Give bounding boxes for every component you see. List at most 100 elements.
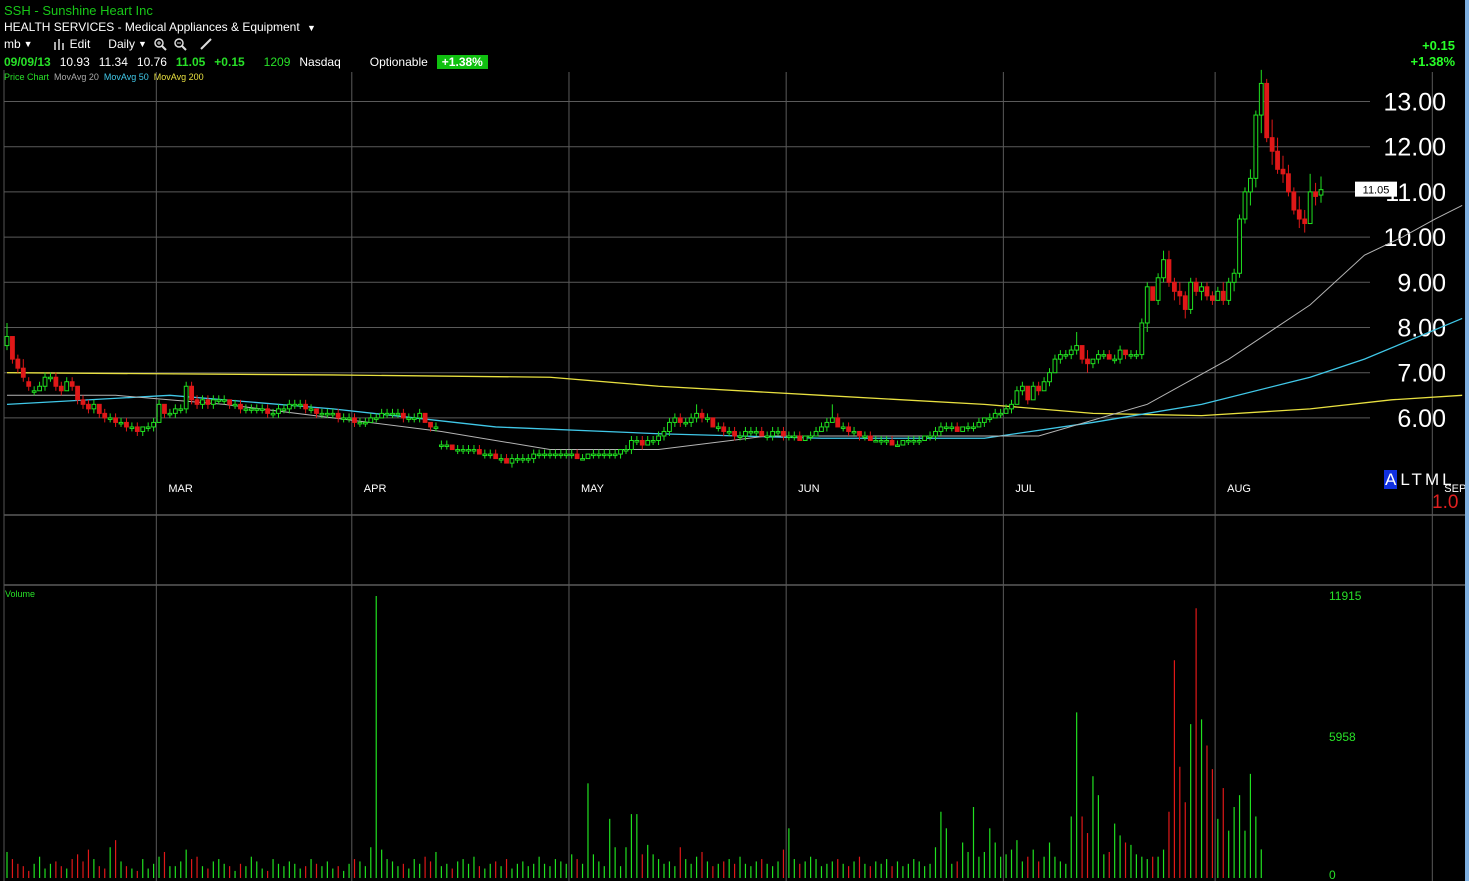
candle-body [992, 412, 998, 419]
candle-body [1258, 82, 1264, 116]
candle-body [498, 458, 504, 461]
candle-body [1166, 259, 1172, 283]
scale-mode-m[interactable]: M [1425, 470, 1442, 489]
price-tick-label: 9.00 [1397, 269, 1446, 297]
candle-body [1128, 354, 1134, 357]
candle-body [1144, 286, 1150, 324]
price-volume-chart[interactable]: 13.0012.0011.0010.009.008.007.006.00MAR A… [0, 0, 1465, 881]
candle-body [1047, 372, 1052, 383]
candle-body [764, 435, 770, 438]
candle-body [667, 421, 672, 432]
candle-body [525, 458, 531, 461]
candle-body [607, 453, 613, 457]
candle-body [726, 430, 732, 434]
candle-body [4, 336, 10, 347]
candle-body [1264, 82, 1270, 139]
candle-body [37, 385, 42, 392]
candle-body [677, 417, 683, 423]
candle-body [324, 412, 330, 416]
candle-body [286, 403, 292, 410]
candle-body [998, 412, 1004, 416]
price-tick-label: 12.00 [1383, 134, 1446, 162]
candle-body [661, 430, 667, 437]
candle-body [786, 435, 792, 438]
candle-body [612, 453, 618, 457]
candle-body [542, 453, 547, 457]
candle-body [553, 453, 558, 457]
candle-body [362, 421, 368, 425]
scale-factor[interactable]: 1.0 [1432, 492, 1458, 514]
candle-body [482, 453, 488, 457]
candle-body [873, 440, 879, 443]
candle-body [335, 412, 341, 419]
candle-body [352, 417, 357, 423]
candle-body [791, 435, 797, 438]
candle-body [574, 453, 580, 460]
candle-body [721, 426, 727, 432]
candle-body [91, 403, 97, 410]
candle-body [86, 403, 91, 410]
candle-body [829, 417, 835, 423]
candle-body [536, 453, 542, 457]
candle-body [281, 408, 287, 411]
candle-body [1253, 114, 1259, 179]
price-tick-label: 10.00 [1383, 224, 1446, 252]
candle-body [129, 426, 135, 429]
candle-body [927, 435, 933, 438]
candle-body [1269, 137, 1275, 152]
candle-body [124, 421, 129, 428]
candle-body [846, 426, 852, 432]
candle-body [1193, 281, 1199, 292]
candle-body [64, 381, 70, 392]
candle-body [319, 412, 325, 416]
candle-body [802, 435, 808, 442]
candle-body [732, 430, 737, 437]
candle-body [813, 430, 819, 437]
candle-body [1302, 218, 1308, 225]
candle-body [254, 408, 260, 411]
candle-body [857, 430, 862, 437]
candle-body [976, 421, 982, 428]
candle-body [781, 430, 786, 437]
scale-mode-l[interactable]: L [1400, 470, 1411, 489]
candle-body [1275, 150, 1280, 170]
scale-mode-controls: A LTML [1384, 470, 1455, 490]
candle-body [471, 449, 477, 452]
candle-body [1307, 191, 1313, 225]
candle-body [460, 449, 466, 452]
candle-body [303, 403, 309, 410]
candle-body [227, 399, 233, 405]
month-label: APR [364, 483, 387, 495]
candle-body [629, 440, 634, 451]
candle-body [167, 412, 173, 416]
candle-body [1063, 354, 1069, 357]
candle-body [1318, 189, 1324, 196]
candle-body [1161, 259, 1166, 279]
candle-body [634, 440, 640, 443]
candle-body [48, 376, 53, 380]
candle-body [743, 430, 748, 437]
candle-body [835, 417, 841, 428]
candle-body [259, 408, 265, 411]
candle-body [867, 435, 873, 442]
candle-body [1079, 345, 1085, 360]
candle-body [75, 385, 80, 401]
candle-body [819, 426, 824, 432]
candle-body [585, 453, 591, 460]
price-tick-label: 6.00 [1397, 405, 1446, 433]
candle-body [688, 417, 694, 423]
candle-body [954, 426, 960, 432]
candle-body [770, 430, 775, 437]
candle-body [922, 435, 928, 442]
scale-mode-l2[interactable]: L [1442, 470, 1454, 489]
candle-body [1117, 349, 1123, 360]
price-tick-label: 13.00 [1383, 89, 1446, 117]
candle-body [520, 458, 526, 461]
candle-body [1231, 272, 1237, 283]
scale-mode-a[interactable]: A [1384, 470, 1398, 489]
candle-body [330, 412, 336, 416]
scale-mode-t[interactable]: T [1412, 470, 1425, 489]
candle-body [422, 412, 428, 423]
candle-body [53, 376, 59, 387]
candle-body [1133, 354, 1139, 357]
